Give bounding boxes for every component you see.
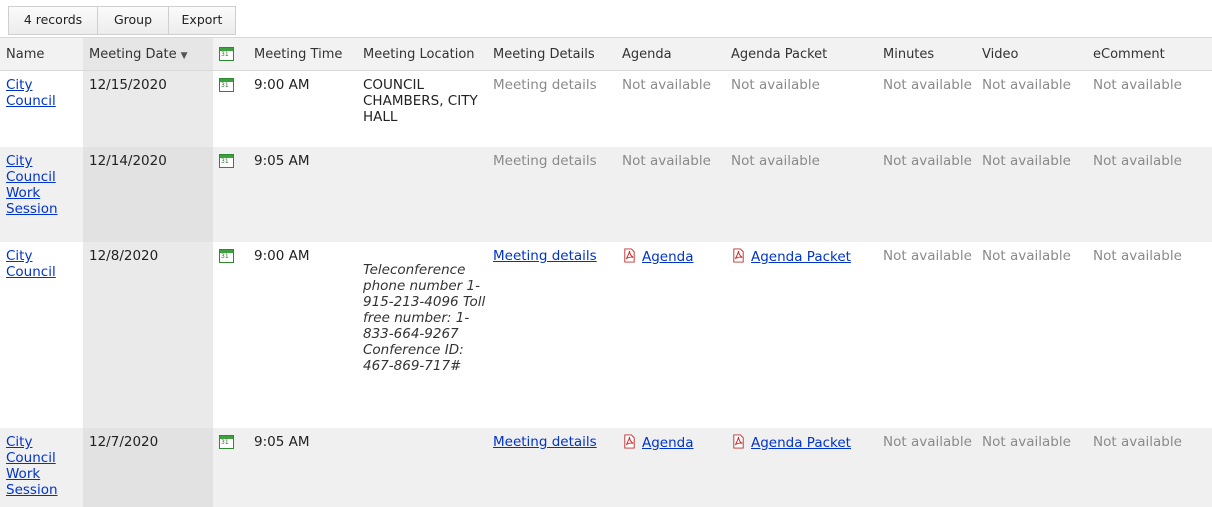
table-row: City Council Work Session 12/7/2020 31 9… [0, 428, 1212, 507]
minutes-cell: Not available [883, 77, 972, 93]
ecomment-cell: Not available [1093, 248, 1182, 264]
agenda-link[interactable]: Agenda [642, 249, 694, 265]
add-to-calendar-icon[interactable]: 31 [219, 78, 234, 92]
export-button[interactable]: Export [169, 7, 235, 34]
group-button[interactable]: Group [98, 7, 169, 34]
meeting-name-link[interactable]: City Council Work Session [6, 153, 58, 217]
meeting-location-cell [357, 428, 487, 507]
column-header-meeting-details[interactable]: Meeting Details [487, 37, 616, 71]
name-cell: City Council [0, 71, 83, 148]
sort-descending-icon: ▼ [180, 50, 188, 61]
add-to-calendar-icon[interactable]: 31 [219, 249, 234, 263]
meeting-location-note: Teleconference phone number 1-915-213-40… [363, 262, 486, 374]
meeting-details-link[interactable]: Meeting details [493, 434, 597, 450]
column-header-name[interactable]: Name [0, 37, 83, 71]
pdf-icon [624, 434, 635, 449]
ecomment-cell: Not available [1087, 428, 1212, 507]
calendar-cell: 31 [213, 428, 248, 507]
add-to-calendar-icon[interactable]: 31 [219, 154, 234, 168]
meeting-name-link[interactable]: City Council [6, 248, 56, 280]
table-row: City Council 12/15/2020 31 9:00 AM COUNC… [0, 70, 1212, 148]
meeting-details-link[interactable]: Meeting details [493, 248, 597, 264]
meeting-details-cell: Meeting details [487, 428, 616, 507]
table-row: City Council Work Session 12/14/2020 31 … [0, 147, 1212, 242]
agenda-link[interactable]: Agenda [642, 435, 694, 451]
meeting-name-link[interactable]: City Council Work Session [6, 434, 58, 498]
agenda-cell: Not available [622, 77, 711, 93]
meeting-date-cell: 12/15/2020 [83, 70, 213, 147]
video-cell: Not available [982, 248, 1071, 264]
agenda-cell: Agenda [616, 428, 725, 507]
meeting-date-cell: 12/8/2020 [83, 242, 213, 428]
meeting-location-text: COUNCIL CHAMBERS, CITY HALL [363, 77, 478, 125]
calendar-cell: 31 [213, 242, 248, 428]
meeting-date-cell: 12/14/2020 [83, 147, 213, 242]
meeting-date-cell: 12/7/2020 [83, 428, 213, 507]
meeting-time-cell: 9:00 AM [254, 248, 310, 264]
meeting-time-cell: 9:00 AM [254, 77, 310, 93]
records-count-button[interactable]: 4 records [9, 7, 98, 34]
column-header-meeting-location[interactable]: Meeting Location [357, 37, 487, 71]
minutes-cell: Not available [877, 147, 976, 242]
agenda-packet-cell: Not available [731, 77, 820, 93]
ecomment-cell: Not available [1087, 147, 1212, 242]
agenda-packet-cell: Not available [725, 147, 877, 242]
meeting-location-cell [357, 147, 487, 242]
column-header-video[interactable]: Video [976, 37, 1087, 71]
calendar-cell: 31 [213, 147, 248, 242]
meeting-details-cell: Meeting details [487, 147, 616, 242]
table-row: City Council 12/8/2020 31 9:00 AM Teleco… [0, 242, 1212, 428]
column-header-meeting-time[interactable]: Meeting Time [248, 37, 357, 71]
video-cell: Not available [976, 147, 1087, 242]
column-header-ecomment[interactable]: eComment [1087, 37, 1212, 71]
column-header-calendar[interactable]: 31 [213, 37, 248, 71]
meeting-time-cell: 9:05 AM [248, 147, 357, 242]
minutes-cell: Not available [883, 248, 972, 264]
agenda-packet-cell: Agenda Packet [725, 242, 877, 428]
grid-toolbar: 4 records Group Export [8, 6, 236, 35]
column-header-minutes[interactable]: Minutes [877, 37, 976, 71]
agenda-packet-link[interactable]: Agenda Packet [751, 435, 851, 451]
agenda-cell: Agenda [616, 242, 725, 428]
column-header-agenda-packet[interactable]: Agenda Packet [725, 37, 877, 71]
column-header-meeting-date[interactable]: Meeting Date ▼ [83, 37, 213, 71]
meetings-table: Name Meeting Date ▼ 31 Meeting Time Meeti… [0, 37, 1212, 507]
agenda-packet-link[interactable]: Agenda Packet [751, 249, 851, 265]
name-cell: City Council Work Session [0, 428, 83, 507]
agenda-packet-cell: Agenda Packet [725, 428, 877, 507]
minutes-cell: Not available [877, 428, 976, 507]
video-cell: Not available [982, 77, 1071, 93]
meeting-date-header-label: Meeting Date [89, 46, 177, 62]
meeting-time-cell: 9:05 AM [248, 428, 357, 507]
pdf-icon [733, 434, 744, 449]
calendar-icon: 31 [219, 47, 234, 61]
video-cell: Not available [976, 428, 1087, 507]
calendar-cell: 31 [213, 71, 248, 148]
meeting-details-cell: Meeting details [493, 77, 597, 93]
table-header-row: Name Meeting Date ▼ 31 Meeting Time Meeti… [0, 37, 1212, 71]
add-to-calendar-icon[interactable]: 31 [219, 435, 234, 449]
name-cell: City Council Work Session [0, 147, 83, 242]
meeting-location-cell: Teleconference phone number 1-915-213-40… [357, 242, 487, 428]
agenda-cell: Not available [616, 147, 725, 242]
meeting-details-cell: Meeting details [487, 242, 616, 428]
name-cell: City Council [0, 242, 83, 428]
pdf-icon [733, 248, 744, 263]
meeting-name-link[interactable]: City Council [6, 77, 56, 109]
pdf-icon [624, 248, 635, 263]
column-header-agenda[interactable]: Agenda [616, 37, 725, 71]
meeting-location-cell: COUNCIL CHAMBERS, CITY HALL [357, 71, 487, 148]
ecomment-cell: Not available [1093, 77, 1182, 93]
